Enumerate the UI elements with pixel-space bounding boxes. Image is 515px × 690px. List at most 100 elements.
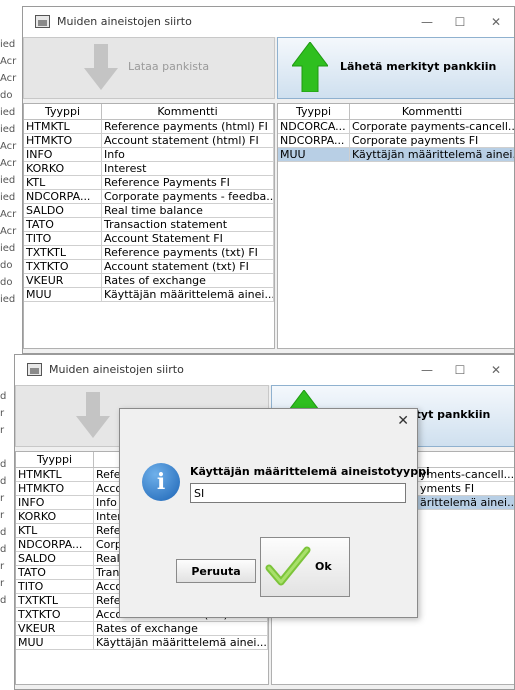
table-row-selected[interactable]: MUU Käyttäjän määrittelemä ainei... [278, 148, 515, 162]
cell-type: KORKO [24, 162, 102, 176]
table-row[interactable]: NDCORCA... Corporate payments-cancell... [278, 120, 515, 134]
cell-type: TATO [24, 218, 102, 232]
table-row[interactable]: TATOTransaction statement [24, 218, 274, 232]
table-header: Tyyppi Kommentti [278, 104, 514, 120]
table-row[interactable]: HTMKTOAccount statement (html) FI [24, 134, 274, 148]
cell-comment: Corporate payments-cancell... [350, 120, 515, 134]
table-row[interactable]: NDCORPA...Corporate payments - feedba... [24, 190, 274, 204]
cell-type: HTMKTO [24, 134, 102, 148]
background-window-strip-bottom: d r r d d r r d d r r d [0, 391, 7, 606]
window-title: Muiden aineistojen siirto [57, 15, 192, 28]
table-row[interactable]: MUU Käyttäjän määrittelemä ainei... [24, 288, 274, 302]
cell-type: VKEUR [16, 622, 94, 636]
send-marked-to-bank-button[interactable]: Lähetä merkityt pankkiin [277, 37, 514, 99]
arrow-up-icon [292, 42, 328, 92]
download-label: Lataa pankista [128, 60, 210, 73]
cancel-button[interactable]: Peruuta [176, 559, 256, 583]
window-title: Muiden aineistojen siirto [49, 363, 184, 376]
minimize-button[interactable]: — [415, 12, 439, 32]
column-header-type[interactable]: Tyyppi [24, 104, 102, 119]
cell-type: TXTKTO [16, 608, 94, 622]
maximize-button[interactable]: ☐ [448, 12, 472, 32]
cell-type: NDCORCA... [278, 120, 350, 134]
cell-type: NDCORPA... [278, 134, 350, 148]
table-row[interactable]: SALDOReal time balance [24, 204, 274, 218]
cell-type: INFO [24, 148, 102, 162]
transfer-window-top: Muiden aineistojen siirto — ☐ ✕ Lataa pa… [22, 6, 515, 354]
cell-comment: Account Statement FI [102, 232, 274, 246]
cell-type: NDCORPA... [16, 538, 94, 552]
info-icon: i [142, 463, 180, 501]
toolbar: Lataa pankista Lähetä merkityt pankkiin [23, 37, 514, 99]
close-button[interactable]: ✕ [484, 360, 508, 380]
download-from-bank-button[interactable]: Lataa pankista [23, 37, 275, 99]
checkmark-icon [265, 546, 311, 586]
table-row[interactable]: VKEUR Rates of exchange [24, 274, 274, 288]
bank-types-table[interactable]: Tyyppi Kommentti HTMKTLReference payment… [23, 103, 275, 349]
app-icon [27, 363, 42, 376]
cell-type: TITO [16, 580, 94, 594]
column-header-type[interactable]: Tyyppi [16, 452, 94, 467]
table-row[interactable]: KTLReference Payments FI [24, 176, 274, 190]
cell-type: MUU [278, 148, 350, 162]
cell-comment: Corporate payments - feedba... [102, 190, 274, 204]
ok-label: Ok [315, 560, 332, 573]
maximize-button[interactable]: ☐ [448, 360, 472, 380]
table-row[interactable]: HTMKTLReference payments (html) FI [24, 120, 274, 134]
cell-type: TXTKTO [24, 260, 102, 274]
column-header-comment[interactable]: Kommentti [350, 104, 514, 119]
table-header: Tyyppi Kommentti [24, 104, 274, 120]
title-bar[interactable]: Muiden aineistojen siirto — ☐ ✕ [23, 7, 514, 37]
cell-comment: Real time balance [102, 204, 274, 218]
cell-type: KTL [16, 524, 94, 538]
cell-type: HTMKTL [16, 468, 94, 482]
app-icon [35, 15, 50, 28]
cell-type: KORKO [16, 510, 94, 524]
cell-comment: Rates of exchange [102, 274, 274, 288]
cell-type: TXTKTL [24, 246, 102, 260]
type-input[interactable] [190, 483, 406, 503]
table-row[interactable]: TXTKTOAccount statement (txt) FI [24, 260, 274, 274]
table-row[interactable]: MUU Käyttäjän määrittelemä ainei... [16, 636, 268, 650]
cell-comment: Transaction statement [102, 218, 274, 232]
cell-comment: Reference Payments FI [102, 176, 274, 190]
cell-comment: Rates of exchange [94, 622, 268, 636]
table-row[interactable]: TXTKTLReference payments (txt) FI [24, 246, 274, 260]
dialog-close-button[interactable]: ✕ [397, 413, 409, 429]
close-button[interactable]: ✕ [484, 12, 508, 32]
cell-type: TITO [24, 232, 102, 246]
cell-comment: Account statement (txt) FI [102, 260, 274, 274]
minimize-button[interactable]: — [415, 360, 439, 380]
cell-type: MUU [16, 636, 94, 650]
cell-type: TATO [16, 566, 94, 580]
cell-type: INFO [16, 496, 94, 510]
table-row[interactable]: NDCORPA... Corporate payments FI [278, 134, 514, 148]
cell-type: HTMKTL [24, 120, 102, 134]
cell-comment: Interest [102, 162, 274, 176]
column-header-comment[interactable]: Kommentti [102, 104, 274, 119]
table-row[interactable]: INFO Info [24, 148, 274, 162]
input-dialog: ✕ i Käyttäjän määrittelemä aineistotyypp… [119, 408, 430, 618]
marked-types-table[interactable]: Tyyppi Kommentti NDCORCA... Corporate pay… [277, 103, 515, 349]
table-row[interactable]: KORKO Interest [24, 162, 274, 176]
arrow-down-icon [76, 392, 110, 438]
cell-comment: Käyttäjän määrittelemä ainei... [102, 288, 274, 302]
upload-label: Lähetä merkityt pankkiin [340, 60, 497, 73]
cell-comment: Info [102, 148, 274, 162]
table-row[interactable]: VKEUR Rates of exchange [16, 622, 268, 636]
cell-type: NDCORPA... [24, 190, 102, 204]
cell-comment: Account statement (html) FI [102, 134, 274, 148]
cell-comment: Corporate payments FI [350, 134, 514, 148]
ok-button[interactable]: Ok [260, 537, 350, 597]
cell-comment: Käyttäjän määrittelemä ainei... [94, 636, 268, 650]
title-bar[interactable]: Muiden aineistojen siirto — ☐ ✕ [15, 355, 514, 385]
arrow-down-icon [84, 44, 118, 90]
cell-type: SALDO [24, 204, 102, 218]
cell-type: KTL [24, 176, 102, 190]
cell-type: SALDO [16, 552, 94, 566]
column-header-type[interactable]: Tyyppi [278, 104, 350, 119]
cell-type: HTMKTO [16, 482, 94, 496]
cell-comment: Käyttäjän määrittelemä ainei... [350, 148, 515, 162]
table-row[interactable]: TITOAccount Statement FI [24, 232, 274, 246]
cell-type: TXTKTL [16, 594, 94, 608]
